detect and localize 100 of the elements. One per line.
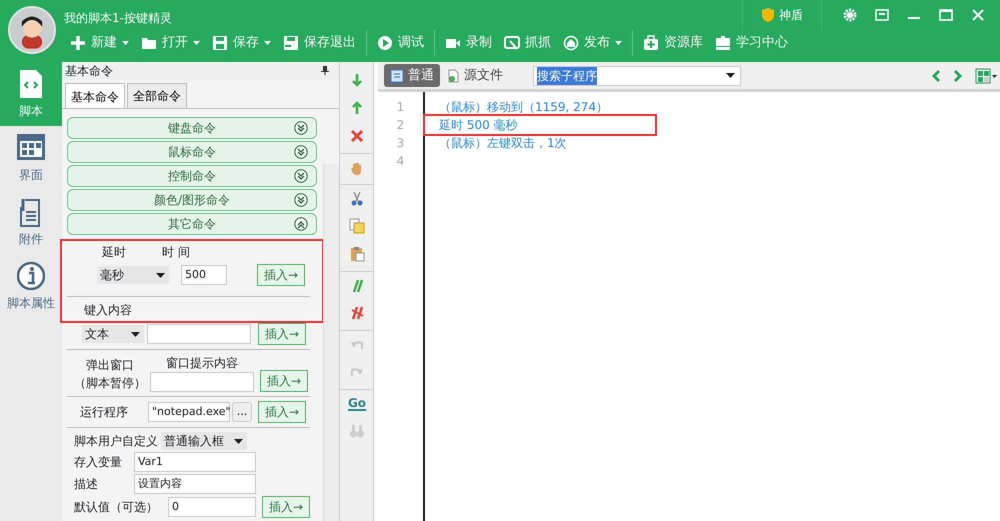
info-icon: [17, 260, 45, 290]
book-button[interactable]: 学习中心: [709, 30, 794, 56]
save-exit-icon: [283, 35, 299, 51]
field-label: 存入变量: [74, 454, 123, 471]
insert-button[interactable]: 插入→: [258, 401, 306, 423]
caret-icon: [193, 41, 200, 45]
category-button[interactable]: 控制命令: [67, 165, 317, 187]
caret-icon: [615, 41, 622, 45]
caret-icon: [156, 272, 165, 278]
video-camera-button[interactable]: 录制: [434, 30, 498, 56]
category-button[interactable]: 其它命令: [67, 213, 317, 235]
copy-icon: [349, 218, 365, 234]
uncomment-icon: [349, 305, 365, 321]
input-field[interactable]: 0: [168, 497, 256, 517]
delete-icon: [349, 128, 365, 144]
scissors-icon: [349, 190, 365, 206]
caret-icon: [234, 438, 243, 444]
settings-icon[interactable]: [843, 8, 857, 22]
chevron-right-icon[interactable]: [953, 68, 963, 82]
code-line: （鼠标）移动到（1159, 274）: [438, 99, 610, 116]
run-label: 运行程序: [80, 404, 129, 421]
binoculars-icon: [349, 423, 365, 439]
field-label: 描述: [74, 476, 99, 493]
caret-icon: [264, 41, 271, 45]
sidebar-item[interactable]: 脚本: [0, 62, 62, 126]
keyin-label: 键入内容: [83, 302, 133, 319]
panel-tab[interactable]: 基本命令: [65, 83, 125, 108]
maximize-icon[interactable]: [939, 8, 953, 22]
folder-icon: [141, 35, 157, 51]
expand-icon: [294, 145, 308, 159]
input-field[interactable]: 500: [181, 265, 227, 285]
input-field[interactable]: 设置内容: [134, 474, 256, 494]
line-number: 4: [396, 153, 406, 170]
save-button[interactable]: 保存: [206, 30, 277, 56]
line-number: 2: [396, 117, 406, 134]
upload-button[interactable]: 发布: [557, 30, 628, 56]
line-number: 1: [396, 99, 406, 116]
clipboard-icon: [349, 246, 365, 262]
capture-button[interactable]: 抓抓: [498, 30, 557, 56]
caret-icon: [726, 73, 735, 78]
expand-icon: [294, 169, 308, 183]
skin-icon[interactable]: [875, 8, 889, 22]
insert-button[interactable]: 插入→: [257, 264, 306, 286]
pin-icon[interactable]: [321, 66, 329, 75]
panel-title: 基本命令: [65, 63, 113, 80]
scrollbar[interactable]: [323, 164, 339, 521]
field-label: 默认值（可选）: [74, 499, 159, 516]
category-button[interactable]: 鼠标命令: [67, 141, 317, 163]
caret-icon: [131, 332, 140, 336]
folder-button[interactable]: 打开: [135, 30, 206, 56]
sidebar-item[interactable]: 附件: [0, 190, 62, 254]
sidebar-item[interactable]: 界面: [0, 126, 62, 190]
expand-icon: [294, 121, 308, 135]
sidebar-item[interactable]: 脚本属性: [0, 254, 62, 318]
save-exit-button[interactable]: 保存退出: [277, 30, 362, 56]
layout-icon[interactable]: [975, 68, 997, 84]
browse-button[interactable]: ...: [232, 402, 252, 422]
input-field[interactable]: [150, 372, 254, 392]
custom-label: 脚本用户自定义: [74, 433, 158, 450]
popup-label: （脚本暂停）: [73, 375, 147, 392]
plus-button[interactable]: 新建: [64, 30, 135, 56]
popup-label: 弹出窗口: [85, 357, 135, 374]
dropdown[interactable]: 普通输入框: [161, 432, 247, 450]
insert-button[interactable]: 插入→: [260, 370, 308, 392]
search-dropdown[interactable]: 搜索子程序: [533, 66, 741, 86]
shield-icon: [761, 7, 775, 23]
dropdown[interactable]: 毫秒: [97, 266, 169, 284]
document-icon: [390, 68, 404, 82]
view-tab[interactable]: 普通: [384, 64, 440, 88]
panel-tab[interactable]: 全部命令: [127, 83, 187, 108]
go-button[interactable]: Go: [340, 389, 374, 417]
collapse-icon: [294, 217, 308, 231]
window-title: 我的脚本1-按键精灵: [64, 10, 173, 27]
expand-icon: [294, 193, 308, 207]
play-icon: [377, 35, 393, 51]
input-field[interactable]: [147, 324, 251, 344]
play-button[interactable]: 调试: [366, 30, 430, 56]
grid-icon: [17, 132, 45, 162]
category-button[interactable]: 颜色/图形命令: [67, 189, 317, 211]
input-field[interactable]: "notepad.exe": [148, 402, 230, 422]
source-file-icon: [446, 68, 460, 82]
chevron-left-icon[interactable]: [931, 68, 941, 82]
code-line: 延时 500 毫秒: [425, 116, 655, 134]
capture-icon: [504, 35, 520, 51]
category-button[interactable]: 键盘命令: [67, 117, 317, 139]
content-label: 窗口提示内容: [165, 355, 239, 372]
code-file-icon: [17, 68, 45, 98]
input-field[interactable]: Var1: [134, 452, 256, 472]
insert-button[interactable]: 插入→: [258, 323, 306, 345]
line-number: 3: [396, 135, 406, 152]
dropdown[interactable]: 文本: [82, 325, 144, 343]
time-label: 时 间: [162, 244, 190, 261]
close-icon[interactable]: [971, 8, 985, 22]
insert-button[interactable]: 插入→: [262, 496, 310, 518]
delay-label: 延时: [102, 244, 126, 261]
medical-kit-icon: [643, 35, 659, 51]
save-icon: [212, 35, 228, 51]
medical-kit-button[interactable]: 资源库: [632, 30, 709, 56]
shield-button[interactable]: 神盾: [742, 0, 822, 30]
view-tab[interactable]: 源文件: [440, 64, 509, 88]
